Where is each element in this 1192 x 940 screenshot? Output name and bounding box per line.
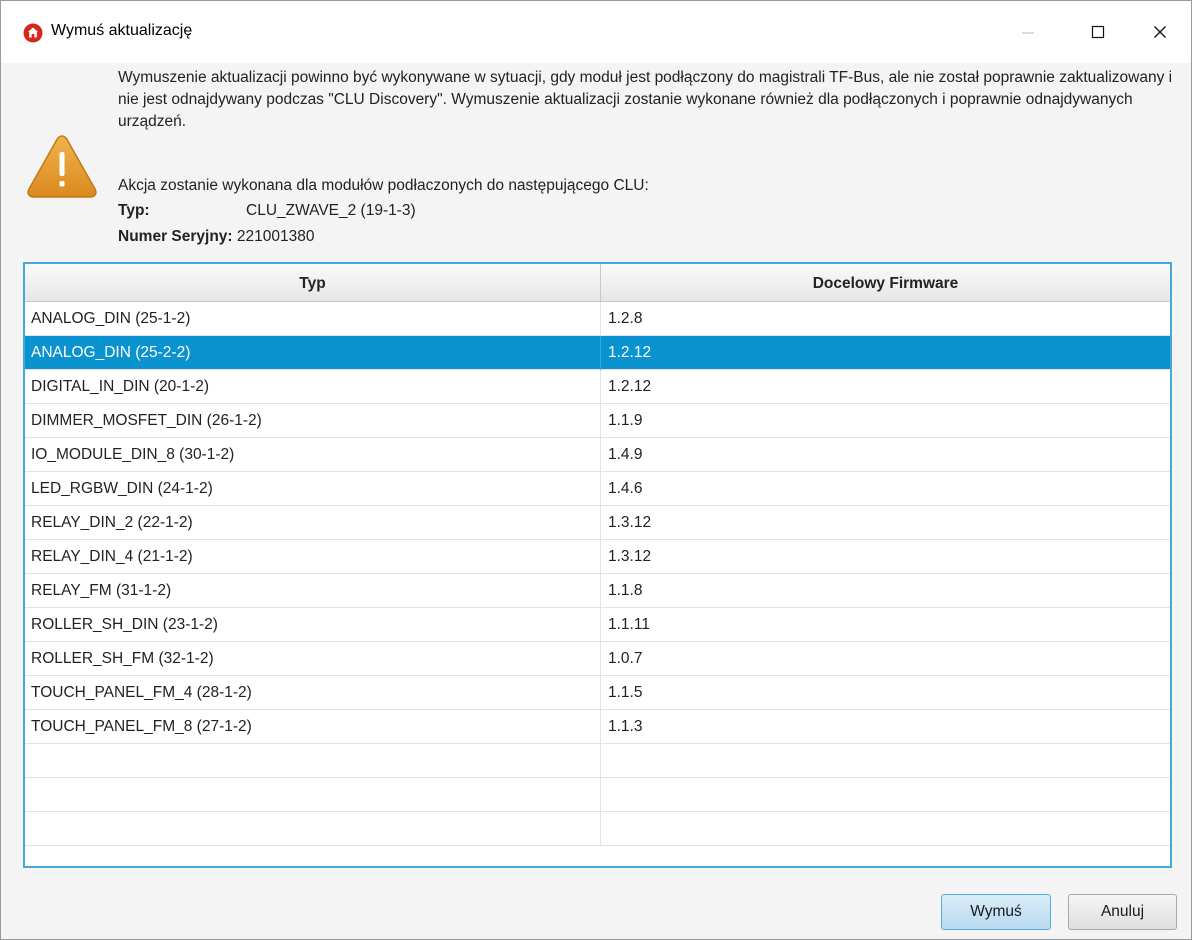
table-row[interactable]: DIGITAL_IN_DIN (20-1-2) 1.2.12 [25,370,1170,404]
table-row[interactable]: RELAY_FM (31-1-2) 1.1.8 [25,574,1170,608]
table-body: ANALOG_DIN (25-1-2) 1.2.8 ANALOG_DIN (25-2… [25,302,1170,846]
empty-cell [601,812,1170,846]
cell-firmware: 1.3.12 [608,548,652,565]
empty-cell [601,778,1170,812]
cell-firmware: 1.4.9 [608,446,643,463]
cell-type: ANALOG_DIN (25-2-2) [25,336,601,370]
cancel-button[interactable]: Anuluj [1068,894,1177,930]
cell-type: ROLLER_SH_DIN (23-1-2) [25,608,601,642]
empty-row [25,778,1170,812]
cell-type: LED_RGBW_DIN (24-1-2) [25,472,601,506]
serial-value: 221001380 [236,228,315,245]
empty-cell [25,778,601,812]
table-row[interactable]: ANALOG_DIN (25-1-2) 1.2.8 [25,302,1170,336]
close-button[interactable] [1129,1,1191,63]
cell-firmware: 1.0.7 [608,650,643,667]
maximize-icon [1091,25,1105,39]
modules-table[interactable]: Typ Docelowy Firmware ANALOG_DIN (25-1-2… [23,262,1172,868]
cell-firmware: 1.1.9 [608,412,643,429]
app-home-icon [23,23,43,43]
clu-type-row: Typ: CLU_ZWAVE_2 (19-1-3) [118,200,416,222]
serial-row: Numer Seryjny: 221001380 [118,226,314,248]
empty-cell [25,812,601,846]
empty-cell [601,744,1170,778]
table-row[interactable]: TOUCH_PANEL_FM_8 (27-1-2) 1.1.3 [25,710,1170,744]
table-row[interactable]: ANALOG_DIN (25-2-2) 1.2.12 [25,336,1170,370]
serial-label: Numer Seryjny: [118,228,233,245]
empty-row [25,812,1170,846]
table-row[interactable]: RELAY_DIN_2 (22-1-2) 1.3.12 [25,506,1170,540]
close-icon [1154,26,1166,38]
cell-type: ROLLER_SH_FM (32-1-2) [25,642,601,676]
cell-type: IO_MODULE_DIN_8 (30-1-2) [25,438,601,472]
table-row[interactable]: DIMMER_MOSFET_DIN (26-1-2) 1.1.9 [25,404,1170,438]
cell-firmware: 1.2.8 [608,310,643,327]
table-row[interactable]: RELAY_DIN_4 (21-1-2) 1.3.12 [25,540,1170,574]
title-bar: Wymuś aktualizację [1,1,1191,63]
cell-type: RELAY_DIN_4 (21-1-2) [25,540,601,574]
cell-type: TOUCH_PANEL_FM_4 (28-1-2) [25,676,601,710]
clu-type-label: Typ: [118,202,150,219]
window-title: Wymuś aktualizację [51,22,193,39]
maximize-button[interactable] [1067,1,1129,63]
table-row[interactable]: IO_MODULE_DIN_8 (30-1-2) 1.4.9 [25,438,1170,472]
cell-type: RELAY_DIN_2 (22-1-2) [25,506,601,540]
warning-icon [27,135,97,198]
cell-type: TOUCH_PANEL_FM_8 (27-1-2) [25,710,601,744]
cell-firmware: 1.2.12 [608,344,652,361]
table-row[interactable]: ROLLER_SH_DIN (23-1-2) 1.1.11 [25,608,1170,642]
empty-row [25,744,1170,778]
table-header: Typ Docelowy Firmware [25,264,1170,302]
cell-type: DIMMER_MOSFET_DIN (26-1-2) [25,404,601,438]
cell-firmware: 1.1.3 [608,718,643,735]
cell-type: RELAY_FM (31-1-2) [25,574,601,608]
cell-firmware: 1.3.12 [608,514,652,531]
action-text: Akcja zostanie wykonana dla modułów podł… [118,177,649,194]
empty-cell [25,744,601,778]
minimize-button[interactable] [997,1,1059,63]
table-row[interactable]: LED_RGBW_DIN (24-1-2) 1.4.6 [25,472,1170,506]
cell-firmware: 1.1.11 [608,616,650,633]
force-update-button[interactable]: Wymuś [941,894,1051,930]
message-paragraph: Wymuszenie aktualizacji powinno być wyko… [118,69,1173,130]
dialog-window: Wymuś aktualizację Wymuszenie aktualizac… [0,0,1192,940]
column-header-firmware[interactable]: Docelowy Firmware [601,264,1170,302]
cell-type: DIGITAL_IN_DIN (20-1-2) [25,370,601,404]
column-header-type[interactable]: Typ [25,264,601,302]
cell-type: ANALOG_DIN (25-1-2) [25,302,601,336]
table-row[interactable]: TOUCH_PANEL_FM_4 (28-1-2) 1.1.5 [25,676,1170,710]
cell-firmware: 1.4.6 [608,480,643,497]
cell-firmware: 1.1.8 [608,582,643,599]
table-row[interactable]: ROLLER_SH_FM (32-1-2) 1.0.7 [25,642,1170,676]
minimize-icon [1022,32,1034,34]
cell-firmware: 1.1.5 [608,684,643,701]
cell-firmware: 1.2.12 [608,378,652,395]
clu-type-value: CLU_ZWAVE_2 (19-1-3) [246,202,416,219]
